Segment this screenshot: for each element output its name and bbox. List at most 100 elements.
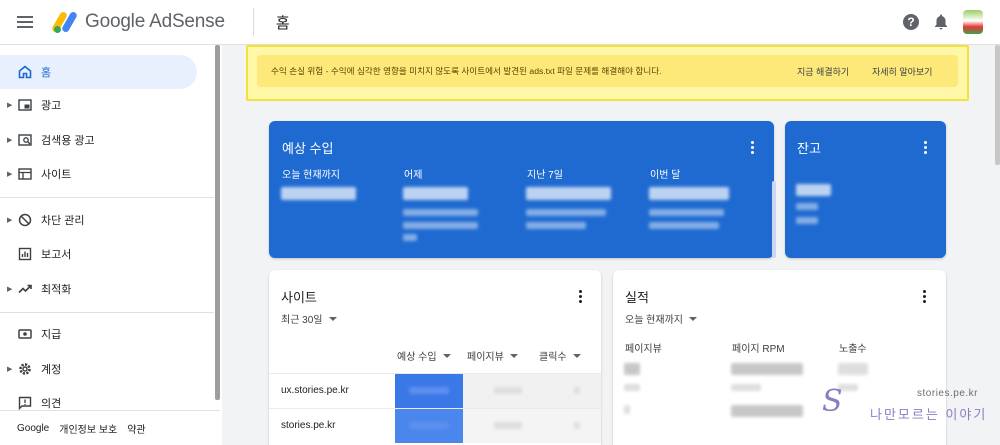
ad-unit-icon [17,97,33,113]
performance-range-dropdown[interactable]: 오늘 현재까지 [625,311,697,326]
metric-compare-month-redacted [649,222,719,229]
table-row[interactable]: stories.pe.kr [269,408,601,443]
sidebar-item-ads[interactable]: ▶ 광고 [0,88,197,122]
more-options-icon[interactable] [751,141,755,156]
column-header-clicks[interactable]: 클릭수 [539,348,581,363]
pageviews-sub-redacted [624,405,630,414]
sidebar-item-label: 홈 [41,67,52,79]
performance-range-value: 오늘 현재까지 [625,315,683,326]
blog-watermark: S stories.pe.kr 나만모르는 이야기 [822,384,1000,428]
clicks-value-redacted [574,387,580,394]
chevron-down-icon [328,316,337,321]
metric-value-this-month-redacted [649,187,729,200]
menu-icon[interactable] [17,16,33,28]
expand-caret-icon[interactable]: ▶ [7,285,12,293]
sidebar-item-reports[interactable]: 보고서 [0,237,197,271]
watermark-text: 나만모르는 이야기 [870,407,988,422]
header-divider [252,8,254,36]
metric-label-this-month: 이번 달 [650,170,681,181]
sites-range-value: 최근 30일 [281,315,323,326]
sidebar-item-label: 보고서 [41,249,72,261]
privacy-link[interactable]: 개인정보 보호 [59,421,117,436]
terms-link[interactable]: 약관 [127,421,145,436]
sidebar-item-payments[interactable]: 지급 [0,317,197,351]
balance-value-redacted [796,184,831,196]
header-actions: ? [903,10,983,34]
sidebar-item-label: 사이트 [41,169,72,181]
sidebar-item-label: 지급 [41,329,62,341]
site-name[interactable]: ux.stories.pe.kr [281,385,349,396]
row-metrics-cell [463,374,601,408]
sidebar-item-label: 차단 관리 [41,215,85,227]
metric-value-last-7-days-redacted [526,187,611,200]
adsense-logo-icon [50,10,79,34]
sites-card: 사이트 최근 30일 예상 수입 페이지뷰 클릭수 ux.stories.pe.… [269,270,601,445]
alert-text: 수익 손실 위험 - 수익에 심각한 영향을 미치지 않도록 사이트에서 발견된… [271,66,662,76]
sidebar-item-blocking[interactable]: ▶ 차단 관리 [0,203,197,237]
adsense-logo[interactable]: Google AdSense [50,10,225,34]
balance-card-title: 잔고 [797,141,821,156]
column-header-label: 페이지뷰 [467,352,504,363]
learn-more-link[interactable]: 자세히 알아보기 [872,65,932,78]
watermark-logo-letter: S [822,384,843,419]
perf-label-page-rpm: 페이지 RPM [732,344,785,355]
sidebar-divider [0,312,214,313]
expand-caret-icon[interactable]: ▶ [7,216,12,224]
help-icon[interactable]: ? [903,14,919,30]
balance-sub-redacted [796,203,818,210]
more-options-icon[interactable] [924,141,928,156]
metric-label-today: 오늘 현재까지 [282,170,340,181]
metric-value-yesterday-redacted [403,187,468,200]
more-options-icon[interactable] [579,290,583,305]
trending-up-icon [17,281,33,297]
clicks-value-redacted [574,422,580,429]
pageviews-value-redacted [624,363,640,375]
search-ads-icon [17,132,33,148]
main-content: 수익 손실 위험 - 수익에 심각한 영향을 미치지 않도록 사이트에서 발견된… [222,45,1000,445]
pageviews-value-redacted [494,387,522,394]
sidebar-item-sites[interactable]: ▶ 사이트 [0,157,197,191]
column-header-label: 예상 수입 [397,352,437,363]
sidebar-item-optimization[interactable]: ▶ 최적화 [0,272,197,306]
sidebar-divider [0,197,214,198]
metric-compare-yesterday-redacted [403,234,417,241]
sidebar-scrollbar[interactable] [215,45,220,400]
sort-icon [572,353,581,358]
metric-compare-7-days-redacted [526,209,606,216]
earnings-value-redacted [409,422,449,429]
main-scrollbar[interactable] [995,45,1000,165]
block-icon [17,212,33,228]
expand-caret-icon[interactable]: ▶ [7,136,12,144]
account-avatar[interactable] [963,10,983,34]
column-header-pageviews[interactable]: 페이지뷰 [467,348,518,363]
google-footer-brand: Google [17,422,50,434]
expand-caret-icon[interactable]: ▶ [7,101,12,109]
expand-caret-icon[interactable]: ▶ [7,170,12,178]
fix-now-link[interactable]: 지금 해결하기 [797,65,849,78]
notification-bell-icon[interactable] [933,13,949,31]
metric-label-last-7-days: 지난 7일 [527,170,563,181]
sites-range-dropdown[interactable]: 최근 30일 [281,311,337,326]
top-app-bar: Google AdSense 홈 ? [0,0,1000,45]
sidebar-item-label: 계정 [41,364,62,376]
site-name[interactable]: stories.pe.kr [281,420,335,431]
sites-icon [17,166,33,182]
ads-txt-alert-banner: 수익 손실 위험 - 수익에 심각한 영향을 미치지 않도록 사이트에서 발견된… [246,45,969,101]
metric-value-today-redacted [281,187,356,200]
table-row[interactable]: ux.stories.pe.kr [269,373,601,408]
sidebar-item-home[interactable]: 홈 [0,55,197,89]
sidebar-footer: Google 개인정보 보호 약관 [0,410,220,445]
sidebar-item-label: 광고 [41,100,62,112]
sidebar-item-label: 검색용 광고 [41,135,95,147]
column-header-label: 클릭수 [539,352,567,363]
watermark-url: stories.pe.kr [917,388,978,399]
sidebar-item-search-ads[interactable]: ▶ 검색용 광고 [0,123,197,157]
pageviews-value-redacted [494,422,522,429]
more-options-icon[interactable] [923,290,927,305]
expand-caret-icon[interactable]: ▶ [7,365,12,373]
column-header-est-earnings[interactable]: 예상 수입 [397,348,451,363]
sidebar-item-account[interactable]: ▶ 계정 [0,352,197,386]
logo-text: Google AdSense [85,11,225,32]
perf-label-pageviews: 페이지뷰 [625,344,662,355]
page-title: 홈 [275,14,290,32]
